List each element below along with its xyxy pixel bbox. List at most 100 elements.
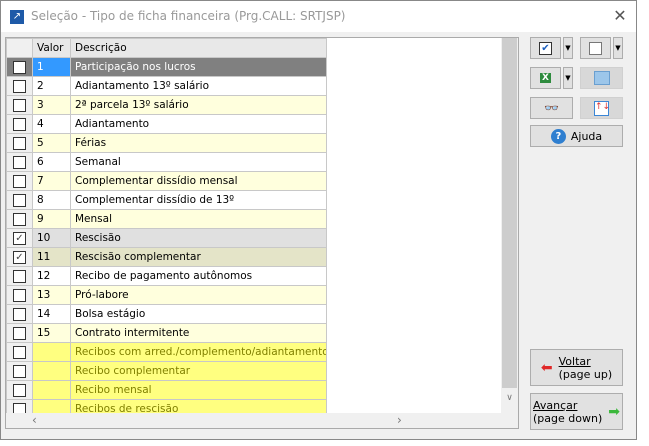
row-checkbox[interactable] — [13, 98, 26, 112]
valor-cell: 2 — [32, 76, 71, 96]
arrow-left-icon: ⬅ — [540, 359, 553, 376]
table-row[interactable]: 5 Férias — [6, 133, 327, 153]
descricao-cell: Participação nos lucros — [70, 57, 327, 77]
row-checkbox[interactable] — [13, 60, 26, 74]
table-row[interactable]: Recibo complementar — [6, 361, 327, 381]
row-checkbox-cell[interactable] — [6, 190, 33, 210]
row-checkbox[interactable] — [13, 155, 26, 169]
horizontal-scrollbar[interactable]: ‹ › — [6, 413, 518, 428]
check-all-dropdown[interactable]: ▼ — [563, 37, 573, 59]
scroll-left-arrow[interactable]: ‹ — [32, 413, 37, 427]
row-checkbox-cell[interactable] — [6, 285, 33, 305]
export-excel-button[interactable]: X — [530, 67, 561, 89]
scroll-down-arrow[interactable]: ∨ — [501, 393, 518, 403]
check-all-button[interactable]: ✔ — [530, 37, 561, 59]
row-checkbox-cell[interactable] — [6, 323, 33, 343]
next-page-down-button[interactable]: Avançar (page down) ➡ — [530, 393, 623, 430]
row-checkbox[interactable] — [13, 79, 26, 93]
row-checkbox-cell[interactable] — [6, 171, 33, 191]
row-checkbox[interactable] — [13, 193, 26, 207]
row-checkbox[interactable] — [13, 288, 26, 302]
row-checkbox-cell[interactable] — [6, 114, 33, 134]
row-checkbox-cell[interactable] — [6, 342, 33, 362]
table-row[interactable]: ✓ 11 Rescisão complementar — [6, 247, 327, 267]
back-label: Voltar — [558, 354, 591, 368]
table-row[interactable]: Recibo mensal — [6, 380, 327, 400]
table-row[interactable]: 8 Complementar dissídio de 13º — [6, 190, 327, 210]
table-row[interactable]: 9 Mensal — [6, 209, 327, 229]
table-row[interactable]: 12 Recibo de pagamento autônomos — [6, 266, 327, 286]
sort-button[interactable]: ↑↓ — [580, 97, 623, 119]
row-checkbox[interactable] — [13, 136, 26, 150]
uncheck-all-dropdown[interactable]: ▼ — [613, 37, 623, 59]
back-sublabel: (page up) — [558, 367, 613, 381]
row-checkbox-cell[interactable] — [6, 380, 33, 400]
select-columns-button[interactable] — [580, 67, 623, 89]
app-icon: ↗ — [10, 10, 24, 24]
row-checkbox-cell[interactable]: ✓ — [6, 247, 33, 267]
column-header-valor[interactable]: Valor — [32, 38, 71, 58]
table-row[interactable]: 3 2ª parcela 13º salário — [6, 95, 327, 115]
descricao-cell: Mensal — [70, 209, 327, 229]
descricao-cell: Complementar dissídio mensal — [70, 171, 327, 191]
scroll-right-arrow[interactable]: › — [397, 413, 402, 427]
help-button[interactable]: ? Ajuda — [530, 125, 623, 147]
valor-cell: 8 — [32, 190, 71, 210]
find-button[interactable]: 👓 — [530, 97, 573, 119]
valor-cell: 10 — [32, 228, 71, 248]
column-header-descricao[interactable]: Descrição — [70, 38, 327, 58]
row-checkbox[interactable] — [13, 364, 26, 378]
row-checkbox[interactable] — [13, 345, 26, 359]
descricao-cell: Recibo mensal — [70, 380, 327, 400]
row-checkbox[interactable]: ✓ — [13, 231, 26, 245]
row-checkbox-cell[interactable] — [6, 209, 33, 229]
descricao-cell: Semanal — [70, 152, 327, 172]
descricao-cell: Recibo de pagamento autônomos — [70, 266, 327, 286]
table-row[interactable]: 7 Complementar dissídio mensal — [6, 171, 327, 191]
descricao-cell: Complementar dissídio de 13º — [70, 190, 327, 210]
close-button[interactable]: ✕ — [609, 5, 631, 27]
scroll-thumb[interactable] — [502, 38, 517, 388]
row-checkbox[interactable] — [13, 269, 26, 283]
table-row[interactable]: 15 Contrato intermitente — [6, 323, 327, 343]
row-checkbox-cell[interactable] — [6, 152, 33, 172]
export-dropdown[interactable]: ▼ — [563, 67, 573, 89]
row-checkbox-cell[interactable] — [6, 95, 33, 115]
valor-cell: 1 — [32, 57, 71, 77]
row-checkbox-cell[interactable] — [6, 133, 33, 153]
row-checkbox[interactable] — [13, 383, 26, 397]
table-hand-icon — [593, 71, 610, 85]
table-row[interactable]: 1 Participação nos lucros — [6, 57, 327, 77]
row-checkbox-cell[interactable]: ✓ — [6, 228, 33, 248]
chevron-down-icon: ▼ — [565, 74, 571, 82]
row-checkbox-cell[interactable] — [6, 304, 33, 324]
row-checkbox-cell[interactable] — [6, 57, 33, 77]
table-row[interactable]: 6 Semanal — [6, 152, 327, 172]
vertical-scrollbar[interactable]: ∨ — [501, 38, 518, 413]
row-checkbox-cell[interactable] — [6, 361, 33, 381]
row-checkbox[interactable] — [13, 307, 26, 321]
row-checkbox-cell[interactable] — [6, 266, 33, 286]
row-checkbox[interactable] — [13, 326, 26, 340]
table-row[interactable]: 13 Pró-labore — [6, 285, 327, 305]
row-checkbox[interactable]: ✓ — [13, 250, 26, 264]
descricao-cell: Recibos com arred./complemento/adiantame… — [70, 342, 327, 362]
table-row[interactable]: 4 Adiantamento — [6, 114, 327, 134]
table-row[interactable]: 2 Adiantamento 13º salário — [6, 76, 327, 96]
descricao-cell: Adiantamento 13º salário — [70, 76, 327, 96]
valor-cell: 5 — [32, 133, 71, 153]
row-checkbox[interactable] — [13, 117, 26, 131]
dialog-window: ↗ Seleção - Tipo de ficha financeira (Pr… — [0, 0, 637, 440]
table-row[interactable]: 14 Bolsa estágio — [6, 304, 327, 324]
uncheck-all-button[interactable] — [580, 37, 611, 59]
grid-header: Valor Descrição — [6, 38, 327, 58]
table-row[interactable]: ✓ 10 Rescisão — [6, 228, 327, 248]
descricao-cell: 2ª parcela 13º salário — [70, 95, 327, 115]
row-checkbox[interactable] — [13, 174, 26, 188]
valor-cell — [32, 380, 71, 400]
descricao-cell: Bolsa estágio — [70, 304, 327, 324]
row-checkbox-cell[interactable] — [6, 76, 33, 96]
table-row[interactable]: Recibos com arred./complemento/adiantame… — [6, 342, 327, 362]
back-page-up-button[interactable]: ⬅ Voltar (page up) — [530, 349, 623, 386]
row-checkbox[interactable] — [13, 212, 26, 226]
